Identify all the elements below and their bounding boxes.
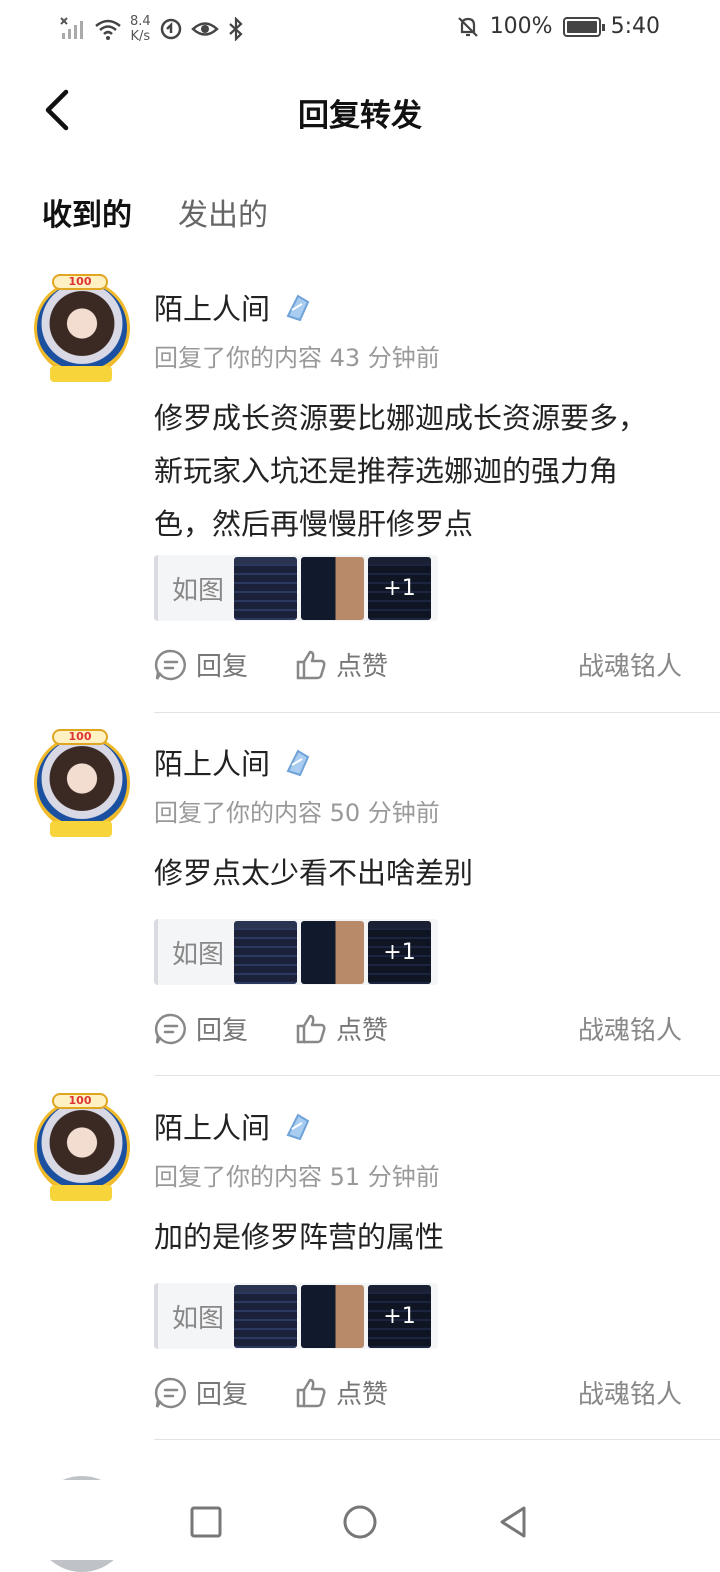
avatar-level-badge: 100 <box>52 729 108 745</box>
user-name[interactable]: 陌上人间 <box>154 741 314 783</box>
user-name-text: 陌上人间 <box>154 747 271 781</box>
cellular-signal-icon <box>60 17 83 39</box>
quoted-content[interactable]: 如图 +1 <box>154 555 438 621</box>
reply-label: 回复 <box>196 1016 249 1046</box>
data-saver-icon <box>160 18 181 40</box>
quote-label: 如图 <box>172 1303 225 1334</box>
action-row: 回复 点赞 战魂铭人 <box>154 1374 694 1418</box>
comment-icon <box>154 1377 186 1408</box>
image-thumbnail[interactable]: +1 <box>368 1284 432 1348</box>
more-images-count: +1 <box>368 556 432 620</box>
avatar[interactable] <box>34 735 130 831</box>
image-thumbnail[interactable] <box>301 556 365 620</box>
like-label: 点赞 <box>336 652 389 682</box>
home-circle-icon[interactable] <box>340 1502 380 1542</box>
reply-button[interactable]: 回复 <box>154 1010 248 1047</box>
reply-button[interactable]: 回复 <box>154 646 248 683</box>
header: 回复转发 <box>0 72 720 148</box>
image-thumbnail[interactable] <box>234 556 298 620</box>
reply-meta: 回复了你的内容 50 分钟前 <box>154 799 440 827</box>
source-game-label[interactable]: 战魂铭人 <box>578 1374 682 1411</box>
user-name-text: 陌上人间 <box>154 292 271 326</box>
quote-label: 如图 <box>172 575 225 606</box>
avatar-tag <box>50 366 112 382</box>
status-bar: 8.4 K/s 100% 5:40 <box>0 0 720 58</box>
recent-apps-square-icon[interactable] <box>186 1502 226 1542</box>
battery-icon <box>562 16 605 37</box>
system-nav-bar <box>0 1480 720 1560</box>
tab-sent[interactable]: 发出的 <box>178 190 268 240</box>
user-name-text: 陌上人间 <box>154 1111 271 1145</box>
image-thumbnail[interactable] <box>234 920 298 984</box>
reply-content[interactable]: 修罗点太少看不出啥差别 <box>154 847 674 900</box>
divider <box>154 712 720 713</box>
list-item[interactable]: 100 陌上人间 回复了你的内容 50 分钟前 修罗点太少看不出啥差别 如图 +… <box>0 723 720 1087</box>
reply-content[interactable]: 加的是修罗阵营的属性 <box>154 1211 674 1264</box>
image-thumbnail[interactable] <box>301 920 365 984</box>
like-button[interactable]: 点赞 <box>294 1010 388 1047</box>
wifi-icon <box>95 19 121 40</box>
comment-icon <box>154 1013 186 1044</box>
quote-label: 如图 <box>172 939 225 970</box>
avatar[interactable] <box>34 280 130 376</box>
like-label: 点赞 <box>336 1016 389 1046</box>
comment-icon <box>154 649 186 680</box>
thumbs-up-icon <box>296 1014 326 1043</box>
divider <box>154 1439 720 1440</box>
reply-label: 回复 <box>196 652 249 682</box>
avatar-level-badge: 100 <box>52 1093 108 1109</box>
image-thumbnail[interactable]: +1 <box>368 920 432 984</box>
image-thumbnail[interactable]: +1 <box>368 556 432 620</box>
reply-meta: 回复了你的内容 51 分钟前 <box>154 1163 440 1191</box>
page-title: 回复转发 <box>298 98 422 134</box>
eye-comfort-icon <box>190 22 219 36</box>
user-name[interactable]: 陌上人间 <box>154 286 314 328</box>
action-row: 回复 点赞 战魂铭人 <box>154 646 694 690</box>
reply-content[interactable]: 修罗成长资源要比娜迦成长资源要多，新玩家入坑还是推荐选娜迦的强力角色，然后再慢慢… <box>154 392 674 551</box>
list-item[interactable]: 100 陌上人间 回复了你的内容 51 分钟前 加的是修罗阵营的属性 如图 +1… <box>0 1087 720 1451</box>
user-name[interactable]: 陌上人间 <box>154 1105 314 1147</box>
like-button[interactable]: 点赞 <box>294 1374 388 1411</box>
more-images-count: +1 <box>368 920 432 984</box>
avatar-tag <box>50 1185 112 1201</box>
source-game-label[interactable]: 战魂铭人 <box>578 1010 682 1047</box>
reply-button[interactable]: 回复 <box>154 1374 248 1411</box>
tab-received[interactable]: 收到的 <box>42 190 132 240</box>
more-images-count: +1 <box>368 1284 432 1348</box>
verified-badge-icon <box>286 749 310 777</box>
battery-percent: 100% <box>489 14 553 39</box>
reply-label: 回复 <box>196 1380 249 1410</box>
verified-badge-icon <box>286 294 310 322</box>
source-game-label[interactable]: 战魂铭人 <box>578 646 682 683</box>
bluetooth-icon <box>228 17 243 41</box>
mute-bell-icon <box>457 16 478 37</box>
image-thumbnail[interactable] <box>234 1284 298 1348</box>
avatar[interactable] <box>34 1099 130 1195</box>
reply-list: 100 陌上人间 回复了你的内容 43 分钟前 修罗成长资源要比娜迦成长资源要多… <box>0 268 720 1451</box>
action-row: 回复 点赞 战魂铭人 <box>154 1010 694 1054</box>
avatar-level-badge: 100 <box>52 274 108 290</box>
list-item[interactable]: 100 陌上人间 回复了你的内容 43 分钟前 修罗成长资源要比娜迦成长资源要多… <box>0 268 720 723</box>
quoted-content[interactable]: 如图 +1 <box>154 1283 438 1349</box>
like-button[interactable]: 点赞 <box>294 646 388 683</box>
like-label: 点赞 <box>336 1380 389 1410</box>
network-speed: 8.4 K/s <box>130 14 151 44</box>
divider <box>154 1075 720 1076</box>
verified-badge-icon <box>286 1113 310 1141</box>
thumbs-up-icon <box>296 650 326 679</box>
back-triangle-icon[interactable] <box>494 1502 534 1542</box>
clock: 5:40 <box>610 14 660 39</box>
reply-meta: 回复了你的内容 43 分钟前 <box>154 344 440 372</box>
avatar-tag <box>50 821 112 837</box>
quoted-content[interactable]: 如图 +1 <box>154 919 438 985</box>
thumbs-up-icon <box>296 1378 326 1407</box>
tab-bar: 收到的 发出的 <box>42 190 268 240</box>
image-thumbnail[interactable] <box>301 1284 365 1348</box>
